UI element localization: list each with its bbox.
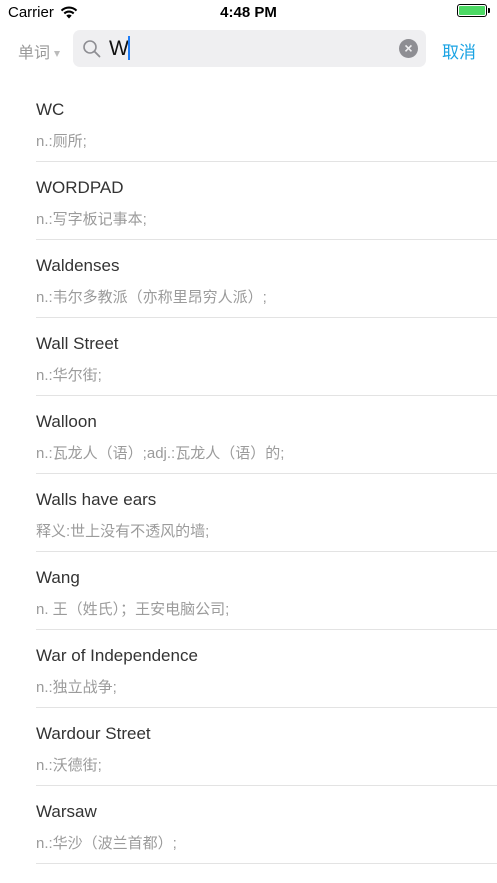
word-definition: n.:独立战争; [36,679,117,696]
list-item[interactable]: Wall Street n.:华尔街; [36,318,497,396]
word-title: Wang [36,568,80,587]
word-definition: n.:韦尔多教派（亦称里昂穷人派）; [36,289,267,306]
search-box[interactable]: × [73,30,426,67]
list-item[interactable]: Wardour Street n.:沃德街; [36,708,497,786]
battery-level [459,6,485,15]
word-definition: n. 王（姓氏）；王安电脑公司; [36,601,230,618]
search-row: 单词 × 取消 [0,30,497,68]
list-item[interactable]: WORDPAD n.:写字板记事本; [36,162,497,240]
word-definition: 释义:世上没有不透风的墙; [36,523,210,540]
word-title: Waldenses [36,256,120,275]
cancel-button[interactable]: 取消 [442,38,476,63]
search-scope-selector[interactable]: 单词 [18,39,61,63]
word-definition: n.:瓦龙人（语）;adj.:瓦龙人（语）的; [36,445,285,462]
status-time: 4:48 PM [220,4,277,21]
list-item[interactable]: Wang n. 王（姓氏）；王安电脑公司; [36,552,497,630]
word-title: WORDPAD [36,178,124,197]
clear-search-icon[interactable]: × [399,39,418,58]
text-cursor [128,36,130,60]
word-definition: n.:沃德街; [36,757,102,774]
search-scope-label: 单词 [18,45,51,62]
list-item[interactable]: WC n.:厕所; [36,84,497,162]
status-right [457,4,490,17]
search-input[interactable] [109,36,389,62]
word-title: Walls have ears [36,490,157,509]
word-definition: n.:厕所; [36,133,87,150]
chevron-down-icon [54,50,61,57]
status-bar: Carrier 4:48 PM [0,0,497,26]
word-title: War of Independence [36,646,198,665]
list-item[interactable]: Warsaw n.:华沙（波兰首都）; [36,786,497,864]
word-definition: n.:华尔街; [36,367,102,384]
word-title: Wardour Street [36,724,151,743]
list-item[interactable]: Walls have ears 释义:世上没有不透风的墙; [36,474,497,552]
word-title: Walloon [36,412,97,431]
list-item[interactable]: Waldenses n.:韦尔多教派（亦称里昂穷人派）; [36,240,497,318]
battery-icon [457,4,490,17]
list-item[interactable]: Walloon n.:瓦龙人（语）;adj.:瓦龙人（语）的; [36,396,497,474]
word-title: WC [36,100,65,119]
word-title: Warsaw [36,802,97,821]
word-title: Wall Street [36,334,119,353]
list-item[interactable]: War of Independence n.:独立战争; [36,630,497,708]
search-icon [83,40,101,58]
word-definition: n.:写字板记事本; [36,211,147,228]
results-list: WC n.:厕所; WORDPAD n.:写字板记事本; Waldenses n… [0,84,497,864]
word-definition: n.:华沙（波兰首都）; [36,835,177,852]
